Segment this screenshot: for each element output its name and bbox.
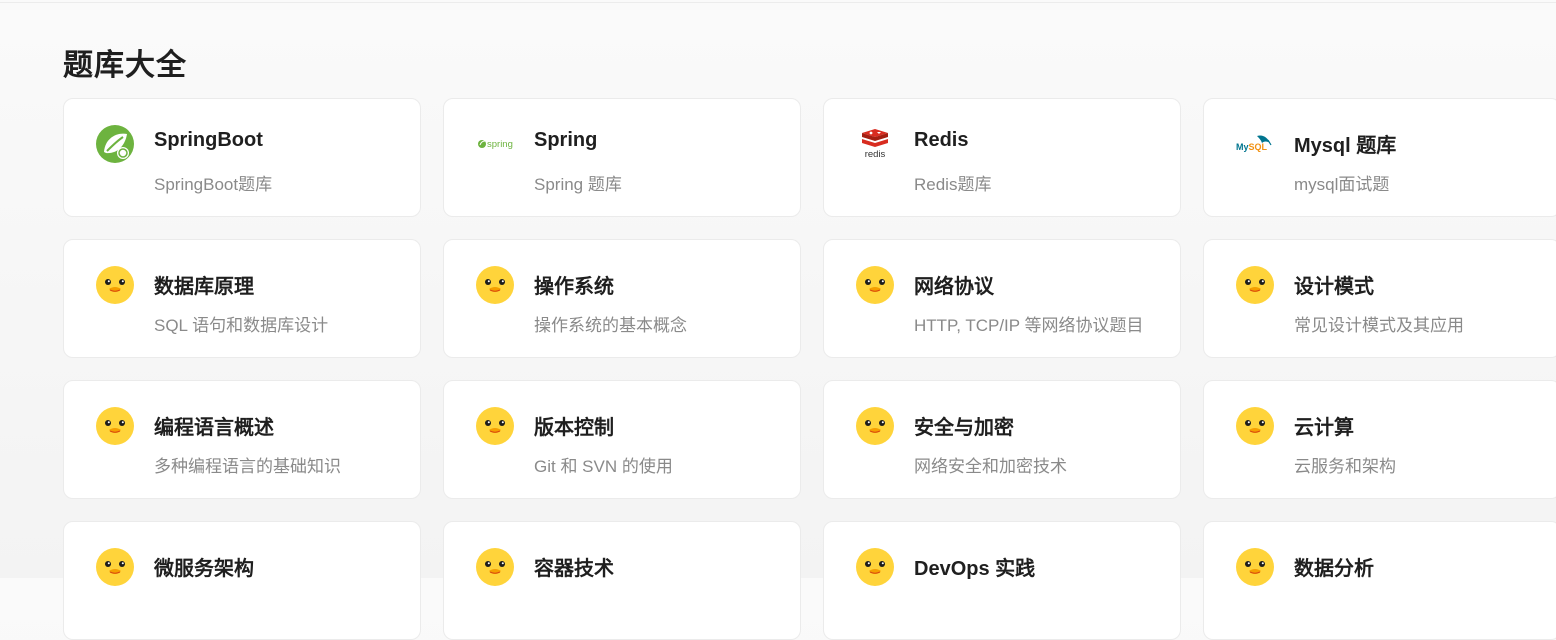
duck-icon <box>855 265 895 305</box>
question-bank-card[interactable]: 编程语言概述多种编程语言的基础知识 <box>63 380 421 499</box>
card-description: mysql面试题 <box>1294 175 1390 194</box>
card-title: Mysql 题库 <box>1294 135 1397 157</box>
card-description: SpringBoot题库 <box>154 175 273 194</box>
svg-text:MySQL: MySQL <box>1236 142 1268 152</box>
question-bank-card[interactable]: SpringBoot SpringBoot题库 <box>63 98 421 217</box>
question-bank-card[interactable]: 操作系统操作系统的基本概念 <box>443 239 801 358</box>
question-bank-card[interactable]: 云计算 云服务和架构 <box>1203 380 1556 499</box>
duck-icon <box>1235 406 1275 446</box>
question-bank-card[interactable]: 网络协议 HTTP, TCP/IP 等网络协议题目 <box>823 239 1181 358</box>
card-description: Spring 题库 <box>534 175 622 194</box>
card-description: 常见设计模式及其应用 <box>1294 316 1464 335</box>
card-title: 安全与加密 <box>914 417 1014 439</box>
card-title: 数据分析 <box>1294 558 1374 580</box>
card-title: 网络协议 <box>914 276 994 298</box>
redis-logo-icon: redis <box>855 124 895 164</box>
question-bank-card[interactable]: 数据分析 <box>1203 521 1556 640</box>
svg-text:spring: spring <box>487 139 513 150</box>
card-title: 设计模式 <box>1294 276 1374 298</box>
card-title: 版本控制 <box>534 417 614 439</box>
question-bank-card[interactable]: 设计模式常见设计模式及其应用 <box>1203 239 1556 358</box>
card-title: 微服务架构 <box>154 558 254 580</box>
duck-icon <box>855 406 895 446</box>
duck-icon <box>95 547 135 587</box>
card-title: Redis <box>914 129 969 151</box>
question-bank-card[interactable]: 安全与加密网络安全和加密技术 <box>823 380 1181 499</box>
question-bank-card[interactable]: spring Spring Spring 题库 <box>443 98 801 217</box>
card-description: 网络安全和加密技术 <box>914 457 1067 476</box>
card-description: HTTP, TCP/IP 等网络协议题目 <box>914 316 1144 335</box>
card-description: 多种编程语言的基础知识 <box>154 457 341 476</box>
question-bank-card[interactable]: redis Redis Redis题库 <box>823 98 1181 217</box>
card-title: 编程语言概述 <box>154 417 274 439</box>
question-bank-card[interactable]: 微服务架构 <box>63 521 421 640</box>
page-title: 题库大全 <box>63 49 187 82</box>
card-description: Git 和 SVN 的使用 <box>534 457 673 476</box>
duck-icon <box>95 265 135 305</box>
card-description: Redis题库 <box>914 175 992 194</box>
card-title: 容器技术 <box>534 558 614 580</box>
card-title: 操作系统 <box>534 276 614 298</box>
question-bank-card[interactable]: DevOps 实践 <box>823 521 1181 640</box>
duck-icon <box>475 265 515 305</box>
card-title: 云计算 <box>1294 417 1354 439</box>
card-title: 数据库原理 <box>154 276 254 298</box>
question-bank-card[interactable]: 容器技术 <box>443 521 801 640</box>
duck-icon <box>475 547 515 587</box>
card-title: SpringBoot <box>154 129 263 151</box>
top-divider <box>0 2 1556 3</box>
card-title: DevOps 实践 <box>914 558 1036 580</box>
question-bank-card[interactable]: 数据库原理 SQL 语句和数据库设计 <box>63 239 421 358</box>
duck-icon <box>95 406 135 446</box>
duck-icon <box>855 547 895 587</box>
card-description: 云服务和架构 <box>1294 457 1396 476</box>
svg-text:redis: redis <box>865 149 886 160</box>
duck-icon <box>475 406 515 446</box>
spring-logo-icon: spring <box>475 124 515 164</box>
springboot-logo-icon <box>95 124 135 164</box>
question-bank-card[interactable]: MySQL Mysql 题库 mysql面试题 <box>1203 98 1556 217</box>
duck-icon <box>1235 547 1275 587</box>
duck-icon <box>1235 265 1275 305</box>
card-description: 操作系统的基本概念 <box>534 316 687 335</box>
card-title: Spring <box>534 129 598 151</box>
question-bank-card[interactable]: 版本控制 Git 和 SVN 的使用 <box>443 380 801 499</box>
mysql-logo-icon: MySQL <box>1235 124 1275 164</box>
card-description: SQL 语句和数据库设计 <box>154 316 329 335</box>
